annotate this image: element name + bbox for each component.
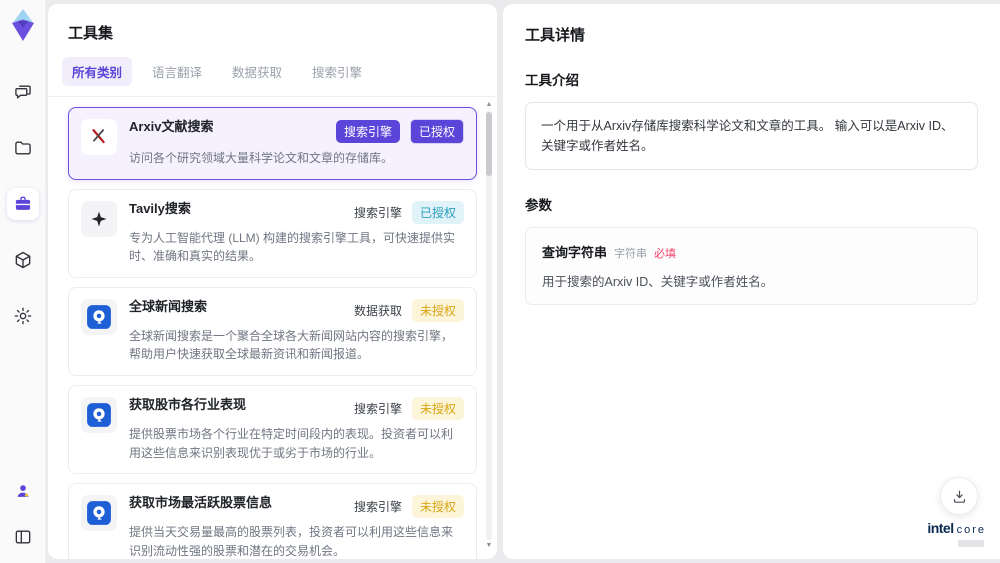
scroll-down-icon[interactable]: ▼	[484, 541, 494, 551]
folder-icon	[14, 141, 31, 155]
tool-name: 全球新闻搜索	[129, 298, 208, 314]
tab-label: 搜索引擎	[312, 66, 363, 80]
tools-panel: 工具集 所有类别 语言翻译 数据获取 搜索引擎 Arxiv文献搜索 搜索引擎 已…	[48, 4, 497, 559]
briefcase-icon	[14, 196, 31, 210]
gear-icon	[14, 307, 31, 325]
scrollbar-thumb[interactable]	[486, 112, 492, 176]
tool-category-tag: 搜索引擎	[353, 401, 402, 416]
parameter-name: 查询字符串	[542, 245, 608, 260]
parameter-type: 字符串	[614, 248, 648, 260]
app-logo-icon	[11, 9, 34, 41]
arxiv-logo-icon	[81, 119, 117, 155]
sidebar-nav	[6, 76, 39, 332]
tab-2[interactable]: 数据获取	[222, 57, 292, 86]
tool-auth-badge: 未授权	[411, 495, 464, 519]
news-blue-icon	[81, 396, 117, 433]
tab-label: 所有类别	[72, 66, 123, 80]
tool-auth-badge: 未授权	[411, 396, 464, 420]
tool-name: Tavily搜索	[129, 200, 191, 216]
detail-panel-title: 工具详情	[525, 27, 586, 44]
tool-card[interactable]: Tavily搜索 搜索引擎 已授权 专为人工智能代理 (LLM) 构建的搜索引擎…	[68, 188, 477, 278]
tool-description: 全球新闻搜索是一个聚合全球各大新闻网站内容的搜索引擎，帮助用户快速获取全球最新资…	[129, 328, 454, 362]
brand-secondary: core	[956, 524, 986, 536]
tool-auth-badge: 已授权	[409, 119, 464, 144]
sidebar-item-chat[interactable]	[7, 76, 39, 108]
brand-chip	[958, 540, 984, 547]
tool-description: 专为人工智能代理 (LLM) 构建的搜索引擎工具，可快速提供实时、准确和真实的结…	[129, 230, 456, 264]
sidebar-item-files[interactable]	[7, 132, 39, 164]
collapse-panel-button[interactable]	[7, 521, 39, 553]
parameter-item: 查询字符串 字符串 必填 用于搜索的Arxiv ID、关键字或作者姓名。	[525, 227, 978, 305]
tool-auth-badge: 未授权	[411, 298, 464, 322]
download-button[interactable]	[940, 477, 978, 515]
tool-description: 提供当天交易量最高的股票列表，投资者可以利用这些信息来识别流动性强的股票和潜在的…	[129, 525, 454, 558]
category-tabs: 所有类别 语言翻译 数据获取 搜索引擎	[48, 43, 497, 97]
tab-1[interactable]: 语言翻译	[142, 57, 212, 86]
tool-detail-panel: 工具详情 工具介绍 一个用于从Arxiv存储库搜索科学论文和文章的工具。 输入可…	[503, 4, 1000, 559]
app-window: 工具集 所有类别 语言翻译 数据获取 搜索引擎 Arxiv文献搜索 搜索引擎 已…	[0, 0, 1000, 563]
tab-3[interactable]: 搜索引擎	[302, 57, 372, 86]
sidebar-item-models[interactable]	[7, 244, 39, 276]
intro-text: 一个用于从Arxiv存储库搜索科学论文和文章的工具。 输入可以是Arxiv ID…	[525, 102, 978, 170]
tool-name: Arxiv文献搜索	[129, 119, 214, 134]
tool-category-tag: 搜索引擎	[353, 205, 402, 220]
tool-category-tag: 搜索引擎	[353, 500, 402, 515]
sidebar-bottom	[7, 475, 39, 553]
tool-category-tag: 数据获取	[353, 303, 402, 318]
tool-card[interactable]: Arxiv文献搜索 搜索引擎 已授权 访问各个研究领域大量科学论文和文章的存储库…	[68, 107, 477, 180]
intel-core-logo: intel core	[927, 521, 986, 547]
news-blue-icon	[81, 298, 117, 335]
tab-label: 数据获取	[232, 66, 283, 80]
parameter-required-badge: 必填	[654, 248, 677, 260]
tool-card[interactable]: 全球新闻搜索 数据获取 未授权 全球新闻搜索是一个聚合全球各大新闻网站内容的搜索…	[68, 286, 477, 376]
tool-category-tag: 搜索引擎	[335, 120, 400, 143]
scroll-up-icon[interactable]: ▲	[484, 100, 494, 110]
news-blue-icon	[81, 495, 117, 532]
params-heading: 参数	[525, 198, 552, 213]
sidebar-item-settings[interactable]	[7, 300, 39, 332]
tab-label: 语言翻译	[152, 66, 203, 80]
user-icon	[17, 485, 28, 497]
download-icon	[953, 490, 965, 503]
parameter-header: 查询字符串 字符串 必填	[542, 242, 961, 261]
tools-panel-title: 工具集	[68, 25, 114, 42]
user-avatar-button[interactable]	[7, 475, 39, 507]
tab-0[interactable]: 所有类别	[62, 57, 133, 86]
parameter-description: 用于搜索的Arxiv ID、关键字或作者姓名。	[542, 275, 774, 289]
cube-icon	[15, 251, 30, 269]
tool-name: 获取股市各行业表现	[129, 396, 247, 412]
tool-list-scrollbar[interactable]: ▲ ▼	[484, 100, 494, 551]
tool-card[interactable]: 获取市场最活跃股票信息 搜索引擎 未授权 提供当天交易量最高的股票列表，投资者可…	[68, 483, 477, 559]
sidebar-item-tools[interactable]	[6, 188, 39, 220]
tool-list: Arxiv文献搜索 搜索引擎 已授权 访问各个研究领域大量科学论文和文章的存储库…	[48, 97, 497, 559]
sparkle-icon	[81, 200, 117, 237]
tool-description: 提供股票市场各个行业在特定时间段内的表现。投资者可以利用这些信息来识别表现优于或…	[129, 426, 454, 460]
brand-primary: intel	[927, 520, 954, 536]
sidebar-rail	[0, 0, 46, 563]
chat-icon	[14, 85, 31, 99]
tool-description: 访问各个研究领域大量科学论文和文章的存储库。	[129, 151, 394, 165]
panel-toggle-icon	[15, 530, 30, 544]
tool-name: 获取市场最活跃股票信息	[129, 495, 273, 511]
intro-heading: 工具介绍	[525, 73, 579, 88]
tool-card[interactable]: 获取股市各行业表现 搜索引擎 未授权 提供股票市场各个行业在特定时间段内的表现。…	[68, 384, 477, 475]
tool-auth-badge: 已授权	[411, 200, 464, 224]
